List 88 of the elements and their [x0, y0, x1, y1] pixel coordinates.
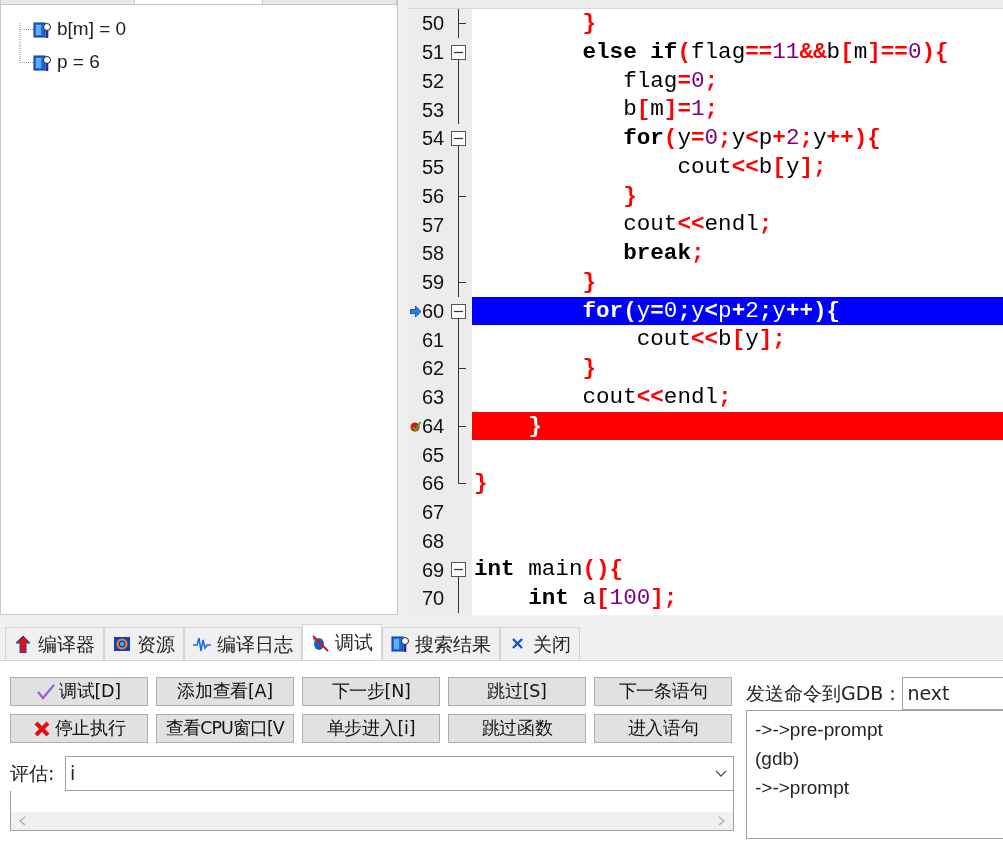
- line-number: 61: [422, 327, 446, 353]
- output-line: ->->prompt: [755, 776, 850, 800]
- tree-line: [19, 23, 33, 46]
- fold-end-line: [458, 9, 466, 38]
- code-line: }: [581, 270, 597, 294]
- line-number: 62: [422, 356, 446, 382]
- watch-variable-icon: [33, 20, 51, 39]
- check-icon: [37, 682, 56, 701]
- debug-button[interactable]: 停止执行: [10, 714, 148, 743]
- fold-line: [458, 584, 459, 613]
- fold-line: [458, 325, 459, 355]
- line-number: 51: [422, 40, 446, 66]
- fold-line: [458, 440, 459, 470]
- code-line: cout<<endl;: [622, 213, 773, 236]
- output-line: (gdb): [755, 747, 801, 771]
- line-number: 58: [422, 241, 446, 267]
- line-number: 68: [422, 528, 446, 554]
- debug-button[interactable]: 单步进入[i]: [302, 714, 440, 743]
- line-number: 52: [422, 68, 446, 94]
- fold-end-line: [458, 181, 466, 211]
- evaluate-combobox[interactable]: i: [65, 756, 734, 791]
- code-line: cout<<b[y];: [676, 155, 827, 179]
- line-number: 63: [422, 385, 446, 411]
- tree-line: [19, 46, 33, 63]
- bug-icon: [311, 633, 329, 652]
- code-line: int a[100];: [527, 587, 678, 610]
- code-line: int main(){: [474, 558, 624, 581]
- image-icon: [113, 635, 131, 653]
- fold-end-line: [458, 267, 466, 297]
- line-number: 64: [422, 413, 446, 439]
- gdb-command-label: 发送命令到GDB：: [746, 681, 903, 707]
- panel-tab[interactable]: 调试: [302, 624, 382, 660]
- fold-end-line: [458, 469, 466, 484]
- debug-button[interactable]: 调试[D]: [10, 677, 148, 706]
- fold-end-line: [458, 411, 466, 441]
- evaluate-label: 评估:: [10, 761, 56, 787]
- line-number: 65: [422, 442, 446, 468]
- debug-button[interactable]: 跳过函数: [448, 714, 586, 743]
- watch-variable-icon: [33, 53, 51, 72]
- fold-line: [458, 152, 459, 182]
- fold-line: [458, 382, 459, 412]
- panel-tab[interactable]: 关闭: [500, 627, 580, 660]
- line-number: 53: [422, 97, 446, 123]
- gdb-command-field[interactable]: next: [902, 677, 1003, 710]
- code-line: cout<<endl;: [581, 385, 732, 409]
- line-number: 67: [422, 500, 446, 526]
- line-number: 57: [422, 212, 446, 238]
- line-number: 70: [422, 586, 446, 612]
- watch-variable[interactable]: b[m] = 0: [57, 15, 127, 44]
- breakpoint-check-icon[interactable]: [410, 420, 421, 432]
- waveform-icon: [193, 635, 211, 653]
- panel-tab[interactable]: 资源: [104, 627, 184, 660]
- line-number: 54: [422, 126, 446, 152]
- line-number: 59: [422, 270, 446, 296]
- debug-button[interactable]: 跳过[S]: [448, 677, 586, 706]
- code-line: }: [581, 12, 597, 35]
- line-number: 55: [422, 155, 446, 181]
- code-line: flag=0;: [622, 69, 719, 93]
- panel-tab[interactable]: 编译器: [5, 627, 104, 660]
- code-line: }: [581, 357, 597, 380]
- code-line: b[m]=1;: [622, 98, 719, 121]
- line-number: 50: [422, 11, 446, 37]
- close-icon: [32, 719, 51, 738]
- code-line: }: [474, 472, 488, 495]
- line-number: 69: [422, 557, 446, 583]
- panel-tab[interactable]: 搜索结果: [382, 627, 500, 660]
- line-number: 60: [422, 298, 446, 324]
- up-arrow-icon: [14, 635, 32, 653]
- code-line: for(y=0;y<p+2;y++){: [622, 127, 881, 150]
- code-line: }: [527, 414, 542, 438]
- code-line: }: [622, 184, 637, 208]
- debug-button[interactable]: 添加查看[A]: [156, 677, 294, 706]
- info-document-icon: [391, 635, 409, 653]
- debug-button[interactable]: 下一条语句: [594, 677, 732, 706]
- code-line: cout<<b[y];: [635, 328, 786, 351]
- line-number: 56: [422, 183, 446, 209]
- debug-button[interactable]: 下一步[N]: [302, 677, 440, 706]
- debug-button[interactable]: 查看CPU窗口[V: [156, 714, 294, 743]
- dropdown-icon[interactable]: [715, 769, 727, 778]
- panel-tab[interactable]: 编译日志: [184, 627, 302, 660]
- debug-button[interactable]: 进入语句: [594, 714, 732, 743]
- fold-end-line: [458, 354, 466, 383]
- output-line: ->->pre-prompt: [755, 718, 884, 742]
- line-number: 66: [422, 471, 446, 497]
- watch-variable[interactable]: p = 6: [57, 48, 100, 77]
- code-line: break;: [622, 242, 705, 265]
- code-line: for(y=0;y<p+2;y++){: [581, 299, 841, 323]
- code-line: else if(flag==11&&b[m]==0){: [581, 40, 949, 64]
